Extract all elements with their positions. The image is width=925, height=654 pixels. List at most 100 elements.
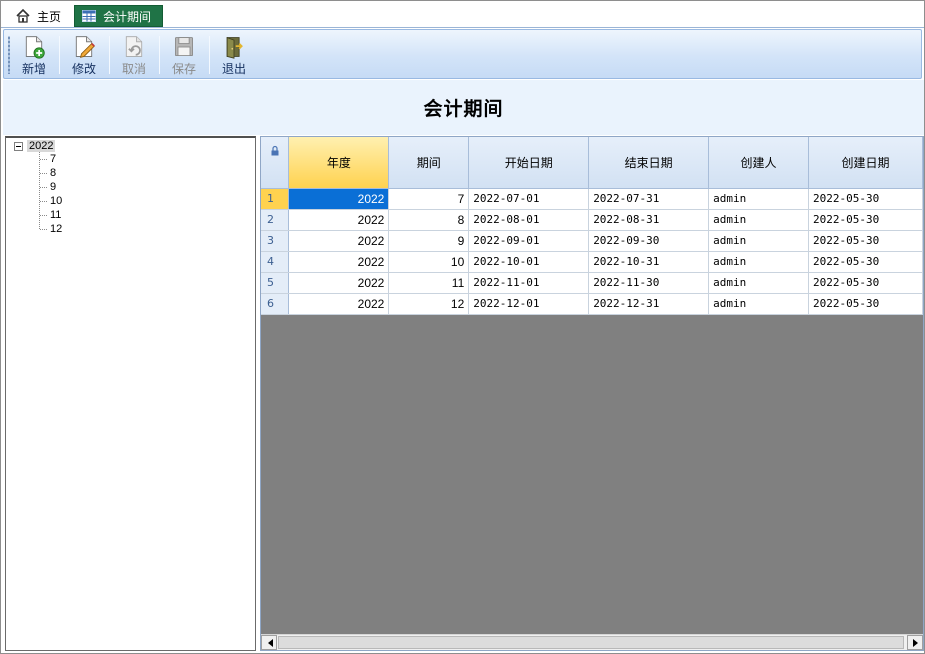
tree-node-label[interactable]: 7: [50, 153, 56, 165]
edit-button[interactable]: 修改: [62, 33, 106, 77]
cell-period[interactable]: 8: [388, 209, 470, 231]
app-window: 主页 会计期间 新增 修改 取消 保存 退出 会计期间 2022 7 8 9 1…: [0, 0, 925, 654]
scroll-left-arrow-icon[interactable]: [261, 635, 277, 650]
cell-end-date[interactable]: 2022-12-31: [588, 293, 710, 315]
row-number[interactable]: 6: [261, 293, 290, 315]
scroll-right-arrow-icon[interactable]: [907, 635, 923, 650]
table-row[interactable]: 5 2022 11 2022-11-01 2022-11-30 admin 20…: [261, 272, 923, 294]
table-header-row: 年度 期间 开始日期 结束日期 创建人 创建日期: [261, 137, 923, 189]
table-row[interactable]: 1 2022 7 2022-07-01 2022-07-31 admin 202…: [261, 188, 923, 210]
row-number[interactable]: 1: [261, 188, 290, 210]
tree-node-period[interactable]: 10: [40, 194, 62, 208]
cell-end-date[interactable]: 2022-09-30: [588, 230, 710, 252]
row-number[interactable]: 4: [261, 251, 290, 273]
cell-created-date[interactable]: 2022-05-30: [808, 251, 923, 273]
cell-created-date[interactable]: 2022-05-30: [808, 230, 923, 252]
cell-year[interactable]: 2022: [288, 272, 390, 294]
cell-start-date[interactable]: 2022-07-01: [468, 188, 590, 210]
cell-year[interactable]: 2022: [288, 251, 390, 273]
cell-start-date[interactable]: 2022-10-01: [468, 251, 590, 273]
edit-button-label: 修改: [71, 62, 96, 76]
cell-end-date[interactable]: 2022-07-31: [588, 188, 710, 210]
row-number[interactable]: 5: [261, 272, 290, 294]
floppy-disk-icon: [175, 37, 193, 56]
exit-button-label: 退出: [221, 62, 246, 76]
cell-creator[interactable]: admin: [708, 251, 810, 273]
horizontal-scrollbar[interactable]: [261, 634, 923, 650]
collapse-icon[interactable]: [14, 141, 23, 151]
cell-creator[interactable]: admin: [708, 272, 810, 294]
cancel-button[interactable]: 取消: [112, 33, 156, 77]
toolbar-separator: [159, 36, 160, 74]
tree-node-root[interactable]: 2022: [14, 140, 56, 152]
table-row[interactable]: 3 2022 9 2022-09-01 2022-09-30 admin 202…: [261, 230, 923, 252]
tree-node-period[interactable]: 12: [40, 222, 62, 236]
column-header-creator[interactable]: 创建人: [708, 137, 810, 189]
cell-period[interactable]: 7: [388, 188, 470, 210]
cell-start-date[interactable]: 2022-11-01: [468, 272, 590, 294]
table-row[interactable]: 6 2022 12 2022-12-01 2022-12-31 admin 20…: [261, 293, 923, 315]
cell-created-date[interactable]: 2022-05-30: [808, 293, 923, 315]
cell-created-date[interactable]: 2022-05-30: [808, 188, 923, 210]
column-header-year[interactable]: 年度: [288, 137, 390, 189]
column-header-period[interactable]: 期间: [388, 137, 470, 189]
cell-period[interactable]: 11: [388, 272, 470, 294]
cell-period[interactable]: 10: [388, 251, 470, 273]
cell-creator[interactable]: admin: [708, 188, 810, 210]
tree-node-label[interactable]: 8: [50, 167, 56, 179]
toolbar-grip[interactable]: [8, 36, 10, 74]
tab-home[interactable]: 主页: [9, 5, 67, 27]
tree-root-label[interactable]: 2022: [27, 140, 56, 152]
tree-node-period[interactable]: 7: [40, 152, 56, 166]
save-button-label: 保存: [171, 62, 196, 76]
cell-end-date[interactable]: 2022-10-31: [588, 251, 710, 273]
cell-creator[interactable]: admin: [708, 230, 810, 252]
cell-start-date[interactable]: 2022-12-01: [468, 293, 590, 315]
cell-end-date[interactable]: 2022-11-30: [588, 272, 710, 294]
add-button[interactable]: 新增: [12, 33, 56, 77]
toolbar-separator: [209, 36, 210, 74]
table-icon: [82, 10, 96, 22]
table-row[interactable]: 4 2022 10 2022-10-01 2022-10-31 admin 20…: [261, 251, 923, 273]
cell-end-date[interactable]: 2022-08-31: [588, 209, 710, 231]
cell-year[interactable]: 2022: [288, 230, 390, 252]
exit-button[interactable]: 退出: [212, 33, 256, 77]
tree-node-label[interactable]: 11: [50, 209, 61, 221]
title-area: 会计期间: [3, 80, 924, 135]
tree-node-period[interactable]: 8: [40, 166, 56, 180]
row-number[interactable]: 3: [261, 230, 290, 252]
tree-node-label[interactable]: 10: [50, 195, 62, 207]
page-title: 会计期间: [423, 98, 504, 120]
cell-creator[interactable]: admin: [708, 209, 810, 231]
save-button[interactable]: 保存: [162, 33, 206, 77]
cell-start-date[interactable]: 2022-09-01: [468, 230, 590, 252]
row-number[interactable]: 2: [261, 209, 290, 231]
tab-accounting-period[interactable]: 会计期间: [74, 5, 163, 27]
cell-creator[interactable]: admin: [708, 293, 810, 315]
column-header-created-date[interactable]: 创建日期: [808, 137, 923, 189]
cell-start-date[interactable]: 2022-08-01: [468, 209, 590, 231]
cell-year[interactable]: 2022: [288, 209, 390, 231]
column-header-end-date[interactable]: 结束日期: [588, 137, 710, 189]
tree-connector: [40, 200, 48, 202]
column-header-start-date[interactable]: 开始日期: [468, 137, 590, 189]
cell-created-date[interactable]: 2022-05-30: [808, 272, 923, 294]
cell-period[interactable]: 12: [388, 293, 470, 315]
cell-year[interactable]: 2022: [288, 188, 390, 210]
tree-node-period[interactable]: 11: [40, 208, 61, 222]
cell-created-date[interactable]: 2022-05-30: [808, 209, 923, 231]
period-grid: 年度 期间 开始日期 结束日期 创建人 创建日期 1 2022 7 2022-0…: [260, 136, 924, 651]
cell-year[interactable]: 2022: [288, 293, 390, 315]
tree-node-label[interactable]: 12: [50, 223, 62, 235]
table-row[interactable]: 2 2022 8 2022-08-01 2022-08-31 admin 202…: [261, 209, 923, 231]
tree-connector: [40, 172, 48, 174]
grid-corner[interactable]: [261, 137, 290, 189]
cell-period[interactable]: 9: [388, 230, 470, 252]
cancel-button-label: 取消: [121, 62, 146, 76]
tree-connector: [40, 158, 48, 160]
tree-node-period[interactable]: 9: [40, 180, 56, 194]
tree-node-label[interactable]: 9: [50, 181, 56, 193]
scrollbar-thumb[interactable]: [278, 636, 904, 649]
tab-home-label: 主页: [37, 9, 62, 24]
toolbar-separator: [109, 36, 110, 74]
